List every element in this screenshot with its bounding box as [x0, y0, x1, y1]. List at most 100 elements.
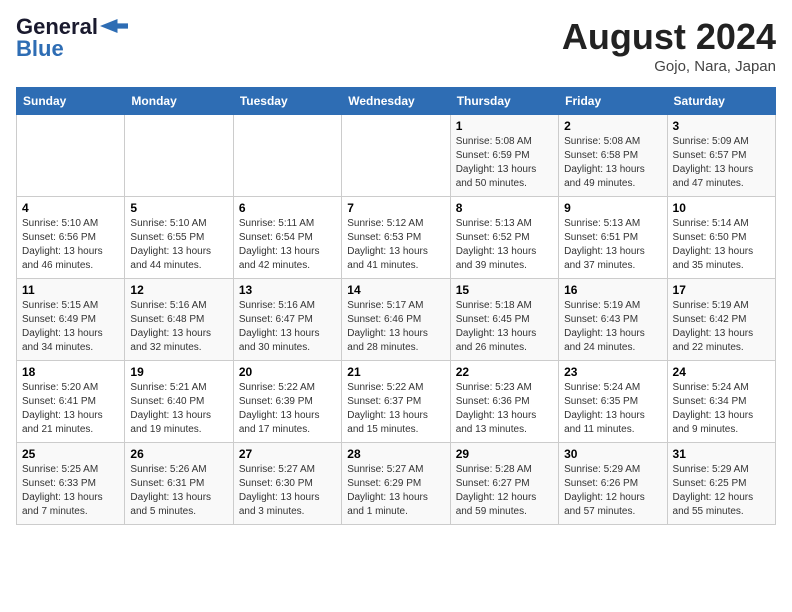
location-subtitle: Gojo, Nara, Japan	[562, 58, 776, 75]
calendar-cell: 25 Sunrise: 5:25 AM Sunset: 6:33 PM Dayli…	[17, 443, 125, 525]
calendar-week-row: 4 Sunrise: 5:10 AM Sunset: 6:56 PM Daylig…	[17, 197, 776, 279]
day-number: 4	[22, 201, 119, 215]
calendar-cell: 30 Sunrise: 5:29 AM Sunset: 6:26 PM Dayli…	[559, 443, 667, 525]
calendar-cell: 29 Sunrise: 5:28 AM Sunset: 6:27 PM Dayli…	[450, 443, 558, 525]
calendar-cell: 12Sunrise: 5:16 AM Sunset: 6:48 PM Dayli…	[125, 279, 233, 361]
calendar-cell: 1 Sunrise: 5:08 AM Sunset: 6:59 PM Daylig…	[450, 115, 558, 197]
page-header: General Blue August 2024 Gojo, Nara, Jap…	[16, 16, 776, 75]
logo-text: General	[16, 16, 98, 38]
day-info: Sunrise: 5:19 AM Sunset: 6:42 PM Dayligh…	[673, 299, 770, 355]
day-number: 9	[564, 201, 661, 215]
day-number: 2	[564, 119, 661, 133]
calendar-cell: 22Sunrise: 5:23 AM Sunset: 6:36 PM Dayli…	[450, 361, 558, 443]
day-info: Sunrise: 5:27 AM Sunset: 6:29 PM Dayligh…	[347, 463, 444, 519]
day-info: Sunrise: 5:13 AM Sunset: 6:51 PM Dayligh…	[564, 217, 661, 273]
calendar-cell: 7 Sunrise: 5:12 AM Sunset: 6:53 PM Daylig…	[342, 197, 450, 279]
day-info: Sunrise: 5:29 AM Sunset: 6:25 PM Dayligh…	[673, 463, 770, 519]
day-number: 8	[456, 201, 553, 215]
day-number: 28	[347, 447, 444, 461]
calendar-cell: 23 Sunrise: 5:24 AM Sunset: 6:35 PM Dayli…	[559, 361, 667, 443]
calendar-cell: 26Sunrise: 5:26 AM Sunset: 6:31 PM Dayli…	[125, 443, 233, 525]
weekday-header: Wednesday	[342, 88, 450, 115]
calendar-cell: 3Sunrise: 5:09 AM Sunset: 6:57 PM Daylig…	[667, 115, 775, 197]
calendar-cell: 11 Sunrise: 5:15 AM Sunset: 6:49 PM Dayli…	[17, 279, 125, 361]
day-info: Sunrise: 5:22 AM Sunset: 6:39 PM Dayligh…	[239, 381, 336, 437]
day-info: Sunrise: 5:28 AM Sunset: 6:27 PM Dayligh…	[456, 463, 553, 519]
calendar-header: SundayMondayTuesdayWednesdayThursdayFrid…	[17, 88, 776, 115]
calendar-week-row: 11 Sunrise: 5:15 AM Sunset: 6:49 PM Dayli…	[17, 279, 776, 361]
day-number: 14	[347, 283, 444, 297]
day-number: 1	[456, 119, 553, 133]
day-number: 11	[22, 283, 119, 297]
day-number: 27	[239, 447, 336, 461]
day-info: Sunrise: 5:10 AM Sunset: 6:56 PM Dayligh…	[22, 217, 119, 273]
day-info: Sunrise: 5:20 AM Sunset: 6:41 PM Dayligh…	[22, 381, 119, 437]
day-number: 12	[130, 283, 227, 297]
calendar-cell	[125, 115, 233, 197]
calendar-cell: 31 Sunrise: 5:29 AM Sunset: 6:25 PM Dayli…	[667, 443, 775, 525]
calendar-cell	[342, 115, 450, 197]
day-info: Sunrise: 5:08 AM Sunset: 6:59 PM Dayligh…	[456, 135, 553, 191]
day-number: 22	[456, 365, 553, 379]
weekday-header: Sunday	[17, 88, 125, 115]
calendar-cell: 17 Sunrise: 5:19 AM Sunset: 6:42 PM Dayli…	[667, 279, 775, 361]
day-number: 25	[22, 447, 119, 461]
day-info: Sunrise: 5:13 AM Sunset: 6:52 PM Dayligh…	[456, 217, 553, 273]
day-info: Sunrise: 5:09 AM Sunset: 6:57 PM Dayligh…	[673, 135, 770, 191]
calendar-week-row: 25 Sunrise: 5:25 AM Sunset: 6:33 PM Dayli…	[17, 443, 776, 525]
logo-blue-text: Blue	[16, 38, 64, 60]
day-info: Sunrise: 5:24 AM Sunset: 6:35 PM Dayligh…	[564, 381, 661, 437]
calendar-cell: 18 Sunrise: 5:20 AM Sunset: 6:41 PM Dayli…	[17, 361, 125, 443]
calendar-cell: 27 Sunrise: 5:27 AM Sunset: 6:30 PM Dayli…	[233, 443, 341, 525]
day-info: Sunrise: 5:26 AM Sunset: 6:31 PM Dayligh…	[130, 463, 227, 519]
day-number: 29	[456, 447, 553, 461]
day-info: Sunrise: 5:24 AM Sunset: 6:34 PM Dayligh…	[673, 381, 770, 437]
day-number: 30	[564, 447, 661, 461]
calendar-cell: 19Sunrise: 5:21 AM Sunset: 6:40 PM Dayli…	[125, 361, 233, 443]
day-number: 17	[673, 283, 770, 297]
calendar-cell: 21Sunrise: 5:22 AM Sunset: 6:37 PM Dayli…	[342, 361, 450, 443]
calendar-cell: 8 Sunrise: 5:13 AM Sunset: 6:52 PM Daylig…	[450, 197, 558, 279]
day-info: Sunrise: 5:16 AM Sunset: 6:47 PM Dayligh…	[239, 299, 336, 355]
day-number: 15	[456, 283, 553, 297]
day-info: Sunrise: 5:14 AM Sunset: 6:50 PM Dayligh…	[673, 217, 770, 273]
weekday-row: SundayMondayTuesdayWednesdayThursdayFrid…	[17, 88, 776, 115]
calendar-cell: 20Sunrise: 5:22 AM Sunset: 6:39 PM Dayli…	[233, 361, 341, 443]
day-info: Sunrise: 5:17 AM Sunset: 6:46 PM Dayligh…	[347, 299, 444, 355]
day-number: 19	[130, 365, 227, 379]
calendar-cell	[233, 115, 341, 197]
day-info: Sunrise: 5:10 AM Sunset: 6:55 PM Dayligh…	[130, 217, 227, 273]
calendar-table: SundayMondayTuesdayWednesdayThursdayFrid…	[16, 87, 776, 525]
day-info: Sunrise: 5:29 AM Sunset: 6:26 PM Dayligh…	[564, 463, 661, 519]
day-info: Sunrise: 5:15 AM Sunset: 6:49 PM Dayligh…	[22, 299, 119, 355]
calendar-cell: 14 Sunrise: 5:17 AM Sunset: 6:46 PM Dayli…	[342, 279, 450, 361]
calendar-week-row: 18 Sunrise: 5:20 AM Sunset: 6:41 PM Dayli…	[17, 361, 776, 443]
day-number: 23	[564, 365, 661, 379]
calendar-cell: 24 Sunrise: 5:24 AM Sunset: 6:34 PM Dayli…	[667, 361, 775, 443]
day-number: 7	[347, 201, 444, 215]
calendar-cell: 13 Sunrise: 5:16 AM Sunset: 6:47 PM Dayli…	[233, 279, 341, 361]
weekday-header: Saturday	[667, 88, 775, 115]
day-number: 10	[673, 201, 770, 215]
weekday-header: Monday	[125, 88, 233, 115]
day-info: Sunrise: 5:25 AM Sunset: 6:33 PM Dayligh…	[22, 463, 119, 519]
weekday-header: Tuesday	[233, 88, 341, 115]
day-number: 5	[130, 201, 227, 215]
day-number: 16	[564, 283, 661, 297]
calendar-body: 1 Sunrise: 5:08 AM Sunset: 6:59 PM Daylig…	[17, 115, 776, 525]
calendar-cell: 28 Sunrise: 5:27 AM Sunset: 6:29 PM Dayli…	[342, 443, 450, 525]
day-number: 18	[22, 365, 119, 379]
calendar-cell: 4 Sunrise: 5:10 AM Sunset: 6:56 PM Daylig…	[17, 197, 125, 279]
calendar-cell: 15 Sunrise: 5:18 AM Sunset: 6:45 PM Dayli…	[450, 279, 558, 361]
day-info: Sunrise: 5:12 AM Sunset: 6:53 PM Dayligh…	[347, 217, 444, 273]
day-info: Sunrise: 5:27 AM Sunset: 6:30 PM Dayligh…	[239, 463, 336, 519]
logo: General Blue	[16, 16, 128, 60]
day-number: 24	[673, 365, 770, 379]
calendar-cell: 5 Sunrise: 5:10 AM Sunset: 6:55 PM Daylig…	[125, 197, 233, 279]
calendar-cell: 9 Sunrise: 5:13 AM Sunset: 6:51 PM Daylig…	[559, 197, 667, 279]
day-info: Sunrise: 5:11 AM Sunset: 6:54 PM Dayligh…	[239, 217, 336, 273]
day-info: Sunrise: 5:18 AM Sunset: 6:45 PM Dayligh…	[456, 299, 553, 355]
day-number: 31	[673, 447, 770, 461]
calendar-cell: 16Sunrise: 5:19 AM Sunset: 6:43 PM Dayli…	[559, 279, 667, 361]
day-number: 13	[239, 283, 336, 297]
